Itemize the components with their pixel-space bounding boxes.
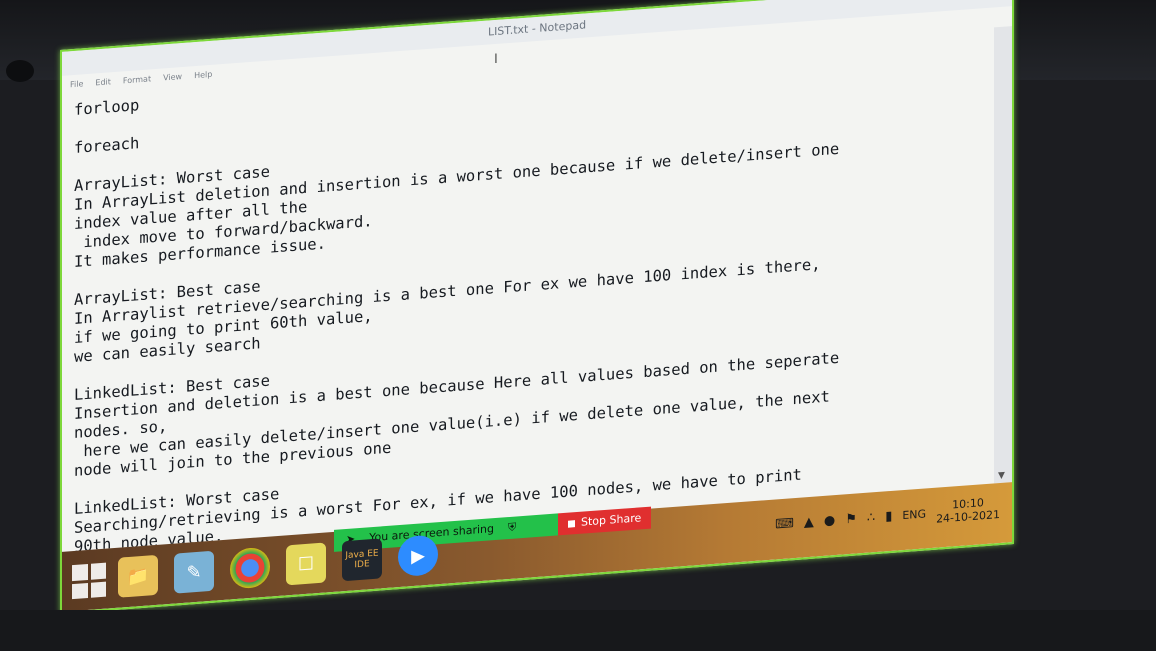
show-hidden-icons-icon[interactable]: ▲ [804,514,814,530]
network-signal-icon[interactable]: ∴ [867,510,875,526]
battery-icon[interactable]: ▮ [885,508,892,524]
zoom-icon[interactable]: ▶ [398,534,438,578]
app-tray-icon[interactable]: ● [824,513,835,529]
notes-icon[interactable]: ✎ [174,550,214,594]
menu-file[interactable]: File [70,79,83,89]
vertical-scrollbar[interactable]: ▼ [994,26,1012,484]
java-ee-ide-icon[interactable]: Java EE IDE [342,538,382,582]
clock[interactable]: 10:10 24-10-2021 [936,495,1000,526]
sticky-notes-icon[interactable]: ☐ [286,542,326,586]
menu-help[interactable]: Help [194,69,212,79]
text-editor[interactable]: forloop foreach ArrayList: Worst case In Ar… [62,27,994,552]
chrome-icon[interactable] [230,546,270,590]
wall-fixture [6,60,34,82]
menu-format[interactable]: Format [123,74,151,85]
menu-edit[interactable]: Edit [95,77,111,87]
menu-view[interactable]: View [163,72,182,82]
file-explorer-icon[interactable]: 📁 [118,554,158,598]
action-center-flag-icon[interactable]: ⚑ [845,511,857,527]
projected-screen: LIST.txt - Notepad File Edit Format View… [60,0,1014,614]
taskbar-apps: 📁 ✎ ☐ Java EE IDE ▶ [118,534,438,598]
stop-icon [568,519,575,528]
language-indicator[interactable]: ENG [902,507,926,522]
scroll-down-icon[interactable]: ▼ [998,471,1005,482]
keyboard-icon[interactable]: ⌨ [775,516,794,532]
room-floor [0,610,1156,651]
start-icon[interactable] [72,562,106,600]
system-tray: ⌨ ▲ ● ⚑ ∴ ▮ ENG 10:10 24-10-2021 [775,495,1000,538]
stop-share-label: Stop Share [581,511,642,529]
shield-icon: ⛨ [508,520,517,535]
